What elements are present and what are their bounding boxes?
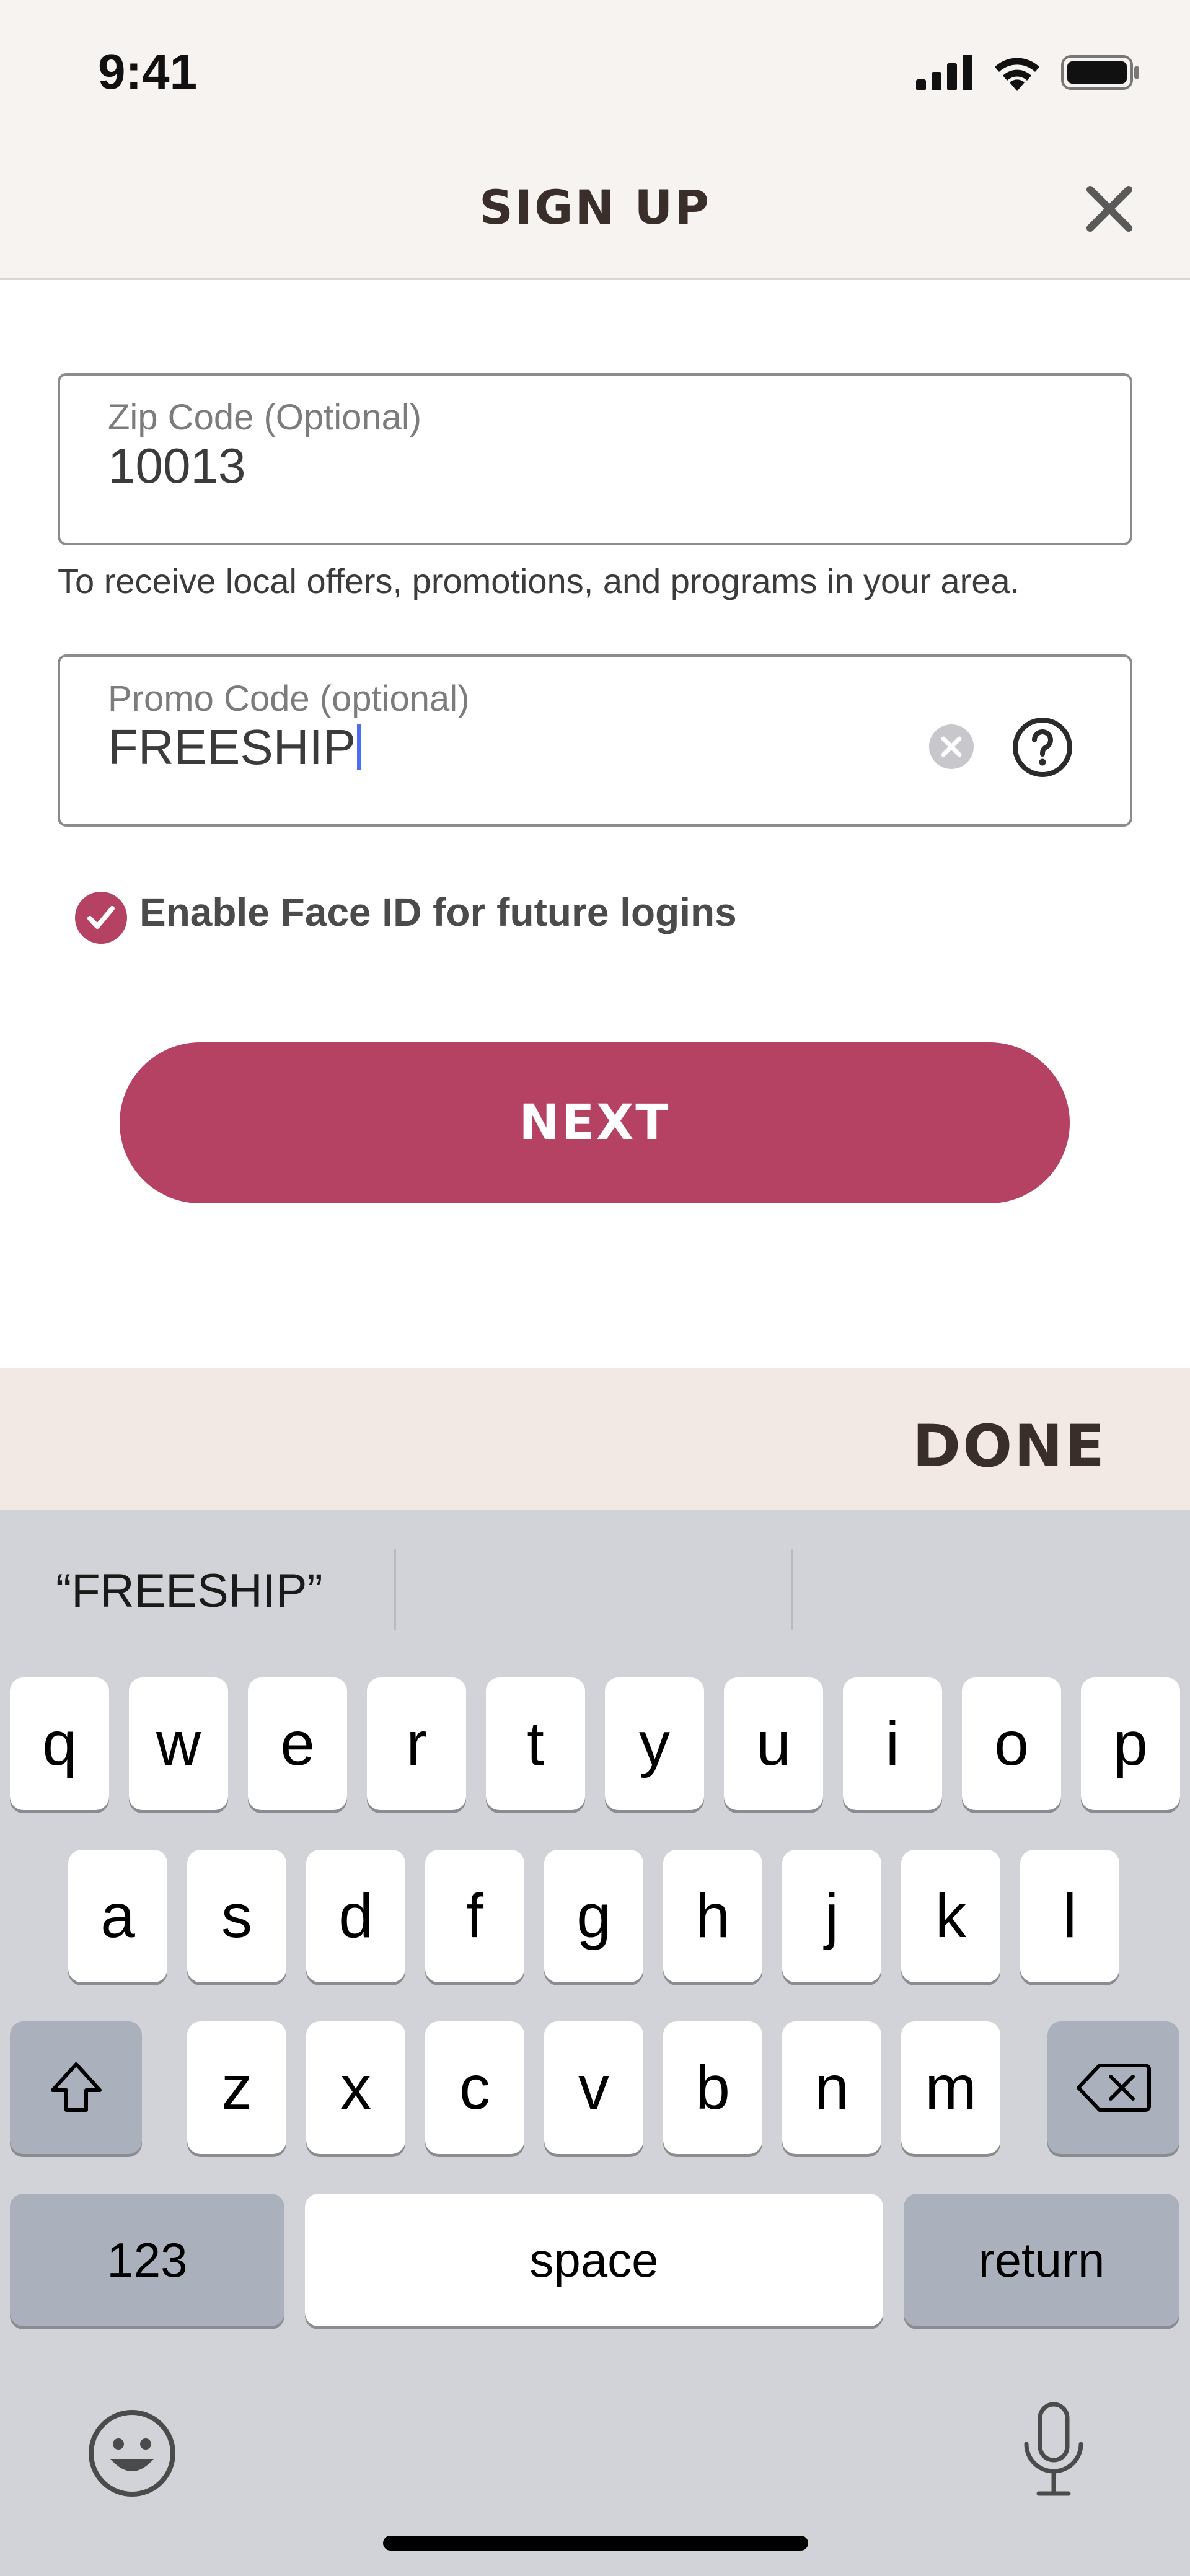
home-indicator[interactable] [383, 2536, 808, 2551]
key-e[interactable]: e [248, 1677, 347, 1810]
key-u[interactable]: u [724, 1677, 823, 1810]
done-button[interactable]: DONE [912, 1413, 1106, 1480]
promo-help-button[interactable] [1011, 716, 1073, 778]
suggestion-divider [394, 1549, 396, 1630]
key-c[interactable]: c [425, 2021, 524, 2154]
zip-code-label: Zip Code (Optional) [108, 397, 422, 437]
key-p[interactable]: p [1081, 1677, 1180, 1810]
delete-key[interactable] [1047, 2021, 1179, 2154]
header-bar [0, 0, 1190, 279]
key-a[interactable]: a [68, 1850, 167, 1982]
face-id-label: Enable Face ID for future logins [139, 890, 737, 934]
suggestion-divider [791, 1549, 793, 1630]
zip-code-field[interactable]: Zip Code (Optional) 10013 [58, 373, 1132, 545]
checkmark-icon [75, 892, 127, 944]
return-key[interactable]: return [904, 2194, 1179, 2326]
microphone-icon [1024, 2402, 1083, 2496]
key-o[interactable]: o [962, 1677, 1061, 1810]
key-b[interactable]: b [663, 2021, 762, 2154]
key-i[interactable]: i [843, 1677, 942, 1810]
face-id-checkbox[interactable] [74, 891, 128, 944]
zip-code-value: 10013 [108, 438, 246, 493]
dictation-button[interactable] [1016, 2401, 1091, 2500]
status-time: 9:41 [98, 44, 198, 99]
key-r[interactable]: r [367, 1677, 466, 1810]
suggestion-freeship[interactable]: “FREESHIP” [56, 1564, 323, 1618]
shift-key[interactable] [10, 2021, 142, 2154]
key-h[interactable]: h [663, 1850, 762, 1982]
cellular-signal-icon [916, 55, 972, 90]
numbers-key[interactable]: 123 [10, 2194, 284, 2326]
wifi-icon [995, 58, 1039, 91]
promo-code-input-value: FREESHIP [108, 719, 361, 776]
shift-arrow-icon [50, 2062, 102, 2112]
key-k[interactable]: k [901, 1850, 1000, 1982]
space-key[interactable]: space [305, 2194, 883, 2326]
header-divider [0, 278, 1190, 280]
key-q[interactable]: q [10, 1677, 109, 1810]
key-m[interactable]: m [901, 2021, 1000, 2154]
clear-circle-icon [929, 724, 974, 769]
promo-code-value: FREESHIP [108, 719, 356, 775]
status-icons [916, 51, 1140, 94]
key-v[interactable]: v [544, 2021, 643, 2154]
key-g[interactable]: g [544, 1850, 643, 1982]
key-n[interactable]: n [782, 2021, 881, 2154]
key-j[interactable]: j [782, 1850, 881, 1982]
backspace-icon [1076, 2064, 1151, 2112]
key-x[interactable]: x [306, 2021, 405, 2154]
key-l[interactable]: l [1020, 1850, 1119, 1982]
key-d[interactable]: d [306, 1850, 405, 1982]
emoji-smiley-icon [89, 2410, 175, 2497]
promo-code-field[interactable]: Promo Code (optional) FREESHIP [58, 654, 1132, 827]
clear-text-button[interactable] [928, 723, 975, 770]
key-y[interactable]: y [605, 1677, 704, 1810]
key-f[interactable]: f [425, 1850, 524, 1982]
emoji-button[interactable] [87, 2408, 177, 2499]
key-t[interactable]: t [486, 1677, 585, 1810]
question-circle-icon [1013, 718, 1072, 777]
key-z[interactable]: z [187, 2021, 286, 2154]
battery-icon [1061, 55, 1139, 90]
key-s[interactable]: s [187, 1850, 286, 1982]
close-icon [1086, 186, 1132, 232]
promo-code-label: Promo Code (optional) [108, 679, 470, 719]
zip-code-helper-text: To receive local offers, promotions, and… [58, 561, 1020, 600]
close-button[interactable] [1082, 181, 1137, 237]
text-caret [357, 724, 361, 770]
page-title: SIGN UP [479, 180, 711, 235]
key-w[interactable]: w [129, 1677, 228, 1810]
next-button[interactable]: NEXT [120, 1042, 1070, 1203]
